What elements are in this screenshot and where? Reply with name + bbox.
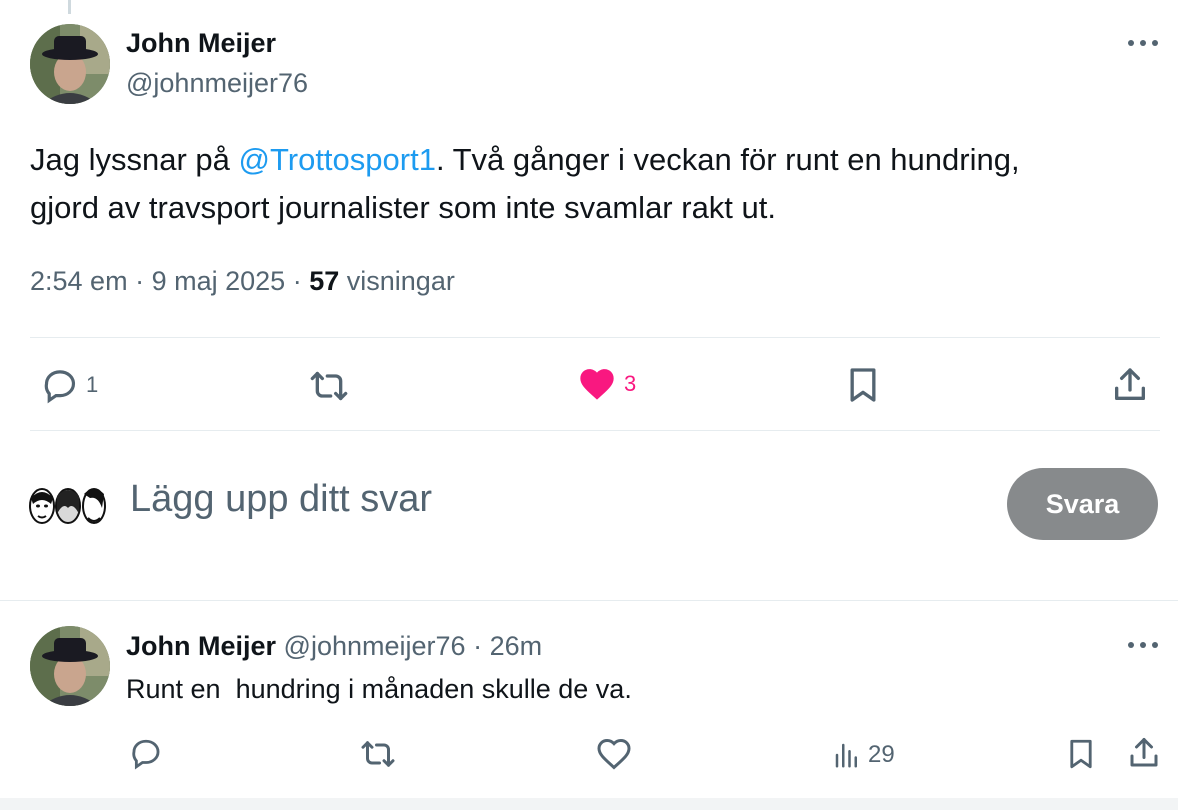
- meta-separator: ·: [135, 266, 145, 296]
- author-name[interactable]: John Meijer: [126, 28, 276, 59]
- heart-icon: [597, 738, 631, 770]
- retweet-button[interactable]: [358, 736, 398, 772]
- views-button[interactable]: 29: [832, 738, 895, 772]
- reply-text: Runt en hundring i månaden skulle de va.: [126, 674, 632, 704]
- reply-icon: [132, 739, 160, 770]
- tweet-date[interactable]: 9 maj 2025: [152, 266, 286, 296]
- reply-submit-button[interactable]: Svara: [1007, 468, 1158, 540]
- bottom-strip: [0, 798, 1178, 810]
- bookmark-button[interactable]: [843, 364, 883, 406]
- tweet-text-part: Jag lyssnar på: [30, 142, 239, 177]
- tweet-text: Jag lyssnar på @Trottosport1. Två gånger…: [30, 136, 1150, 232]
- reply-button[interactable]: [128, 736, 164, 770]
- tweet-meta: 2:54 em · 9 maj 2025 · 57 visningar: [30, 266, 455, 297]
- retweet-icon: [361, 741, 395, 767]
- reply-time[interactable]: 26m: [490, 631, 543, 661]
- more-icon[interactable]: [1128, 38, 1162, 48]
- share-button[interactable]: [1126, 734, 1162, 772]
- divider: [30, 430, 1160, 431]
- reply-button[interactable]: 1: [40, 366, 98, 404]
- mention-link[interactable]: @Trottosport1: [239, 142, 436, 177]
- divider: [30, 337, 1160, 338]
- reply-separator: ·: [473, 631, 483, 661]
- views-count[interactable]: 57: [309, 266, 339, 296]
- share-icon: [1115, 368, 1145, 400]
- reply-icon: [44, 370, 76, 404]
- thread-connector-line: [68, 0, 71, 14]
- like-button[interactable]: 3: [576, 364, 636, 404]
- bookmark-icon: [1070, 739, 1092, 769]
- more-icon[interactable]: [1128, 640, 1162, 650]
- share-button[interactable]: [1110, 364, 1150, 406]
- reply-avatars: [28, 484, 108, 530]
- share-icon: [1130, 738, 1158, 767]
- tweet-time[interactable]: 2:54 em: [30, 266, 128, 296]
- bookmark-button[interactable]: [1064, 736, 1098, 772]
- views-icon: [835, 743, 857, 768]
- retweet-icon: [310, 371, 348, 401]
- meta-separator: ·: [292, 266, 302, 296]
- divider: [0, 600, 1178, 601]
- bookmark-icon: [850, 368, 876, 402]
- like-count: 3: [624, 371, 637, 396]
- views-count: 29: [868, 741, 895, 768]
- heart-icon: [580, 369, 614, 400]
- reply-author-handle[interactable]: @johnmeijer76: [284, 631, 466, 661]
- author-avatar[interactable]: [30, 24, 110, 104]
- reply-header: John Meijer @johnmeijer76 · 26m: [126, 631, 542, 662]
- reply-author-avatar[interactable]: [30, 626, 110, 706]
- reply-input[interactable]: Lägg upp ditt svar: [130, 478, 432, 521]
- retweet-button[interactable]: [306, 366, 352, 406]
- author-handle[interactable]: @johnmeijer76: [126, 68, 308, 99]
- views-label[interactable]: visningar: [347, 266, 455, 296]
- tweet-text-line2: gjord av travsport journalister som inte…: [30, 190, 776, 225]
- tweet-text-part: . Två gånger i veckan för runt en hundri…: [435, 142, 1020, 177]
- reply-count: 1: [86, 372, 99, 397]
- like-button[interactable]: [596, 736, 632, 772]
- reply-author-name[interactable]: John Meijer: [126, 631, 276, 661]
